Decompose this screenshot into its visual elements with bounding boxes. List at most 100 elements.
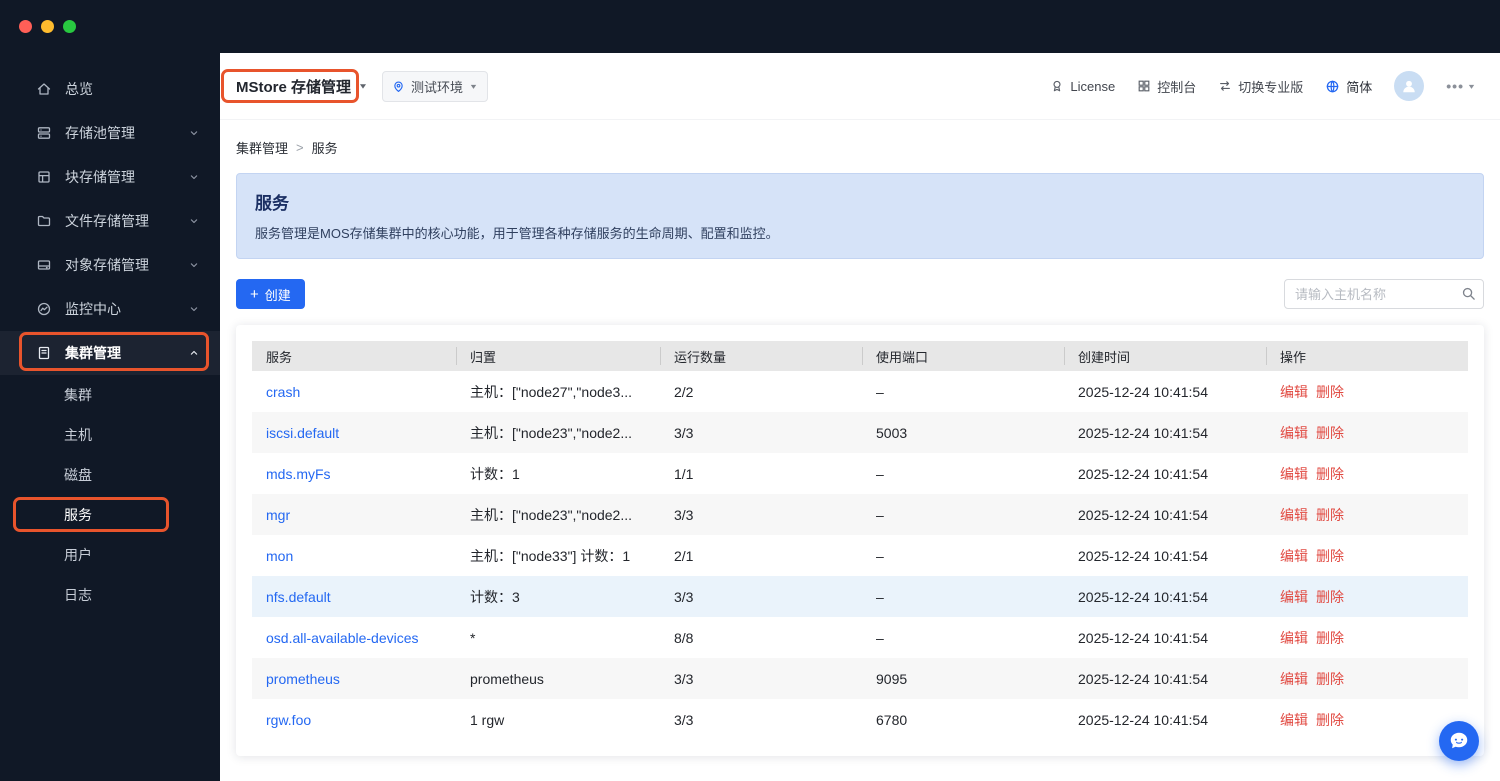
sidebar-item-object-storage[interactable]: 对象存储管理: [0, 243, 220, 287]
sidebar-subitem-label: 日志: [64, 587, 92, 603]
edit-link[interactable]: 编辑: [1280, 712, 1308, 728]
service-link[interactable]: prometheus: [266, 671, 340, 687]
switch-pro-button[interactable]: 切换专业版: [1218, 77, 1303, 96]
cluster-icon: [38, 346, 50, 360]
caret-down-icon: [1468, 84, 1475, 89]
table-row[interactable]: mgr 主机：["node23","node2... 3/3 – 2025-12…: [252, 494, 1468, 535]
more-menu[interactable]: •••: [1446, 78, 1476, 94]
sidebar-subitem-label: 磁盘: [64, 467, 92, 483]
service-link[interactable]: crash: [266, 384, 300, 400]
object-storage-icon: [37, 260, 51, 270]
switch-icon: [1220, 81, 1231, 91]
port-cell: –: [876, 629, 884, 646]
sidebar-item-label: 块存储管理: [65, 169, 135, 185]
sidebar-subitem-label: 用户: [64, 547, 92, 563]
created-cell: 2025-12-24 10:41:54: [1078, 629, 1208, 646]
service-link[interactable]: nfs.default: [266, 589, 331, 605]
delete-link[interactable]: 删除: [1316, 466, 1344, 482]
delete-link[interactable]: 删除: [1316, 425, 1344, 441]
port-cell: –: [876, 506, 884, 523]
table-row[interactable]: mon 主机：["node33"] 计数：1 2/1 – 2025-12-24 …: [252, 535, 1468, 576]
table-row[interactable]: iscsi.default 主机：["node23","node2... 3/3…: [252, 412, 1468, 453]
table-row[interactable]: rgw.foo 1 rgw 3/3 6780 2025-12-24 10:41:…: [252, 699, 1468, 740]
edit-link[interactable]: 编辑: [1280, 384, 1308, 400]
sidebar-subitem-service[interactable]: 服务: [0, 495, 220, 535]
chat-icon: [1450, 732, 1468, 749]
delete-link[interactable]: 删除: [1316, 384, 1344, 400]
sidebar-item-label: 集群管理: [65, 345, 121, 361]
license-button[interactable]: License: [1050, 79, 1115, 94]
language-switcher[interactable]: 简体: [1325, 77, 1372, 96]
placement-cell: 计数：1: [470, 465, 520, 482]
ellipsis-icon: •••: [1446, 78, 1464, 94]
support-chat-button[interactable]: [1439, 721, 1479, 761]
service-link[interactable]: mon: [266, 548, 293, 564]
info-banner: 服务 服务管理是MOS存储集群中的核心功能，用于管理各种存储服务的生命周期、配置…: [236, 173, 1484, 259]
edit-link[interactable]: 编辑: [1280, 630, 1308, 646]
chevron-down-icon: [190, 263, 198, 268]
user-avatar[interactable]: [1394, 71, 1425, 101]
service-link[interactable]: osd.all-available-devices: [266, 630, 419, 646]
brand-switcher[interactable]: MStore 存储管理: [236, 76, 368, 97]
edit-link[interactable]: 编辑: [1280, 548, 1308, 564]
sidebar-item-label: 监控中心: [65, 301, 121, 317]
plus-icon: +: [250, 285, 259, 303]
breadcrumb-separator: >: [296, 140, 304, 155]
sidebar-item-block-storage[interactable]: 块存储管理: [0, 155, 220, 199]
sidebar-subitem-log[interactable]: 日志: [0, 575, 220, 615]
table-row-highlighted[interactable]: nfs.default 计数：3 3/3 – 2025-12-24 10:41:…: [252, 576, 1468, 617]
edit-link[interactable]: 编辑: [1280, 589, 1308, 605]
page-description: 服务管理是MOS存储集群中的核心功能，用于管理各种存储服务的生命周期、配置和监控…: [255, 226, 779, 241]
delete-link[interactable]: 删除: [1316, 507, 1344, 523]
environment-badge[interactable]: 测试环境: [382, 70, 489, 102]
placement-cell: prometheus: [470, 670, 544, 687]
running-cell: 3/3: [674, 670, 694, 687]
window-minimize-button[interactable]: [41, 20, 54, 33]
delete-link[interactable]: 删除: [1316, 589, 1344, 605]
edit-link[interactable]: 编辑: [1280, 507, 1308, 523]
license-label: License: [1070, 78, 1116, 94]
table-row[interactable]: osd.all-available-devices * 8/8 – 2025-1…: [252, 617, 1468, 658]
sidebar-subitem-user[interactable]: 用户: [0, 535, 220, 575]
sidebar-item-overview[interactable]: 总览: [0, 67, 220, 111]
sidebar-item-label: 文件存储管理: [65, 213, 149, 229]
environment-label: 测试环境: [411, 79, 464, 95]
service-link[interactable]: iscsi.default: [266, 425, 339, 441]
service-link[interactable]: mds.myFs: [266, 466, 331, 482]
sidebar-item-monitor-center[interactable]: 监控中心: [0, 287, 220, 331]
placement-cell: 主机：["node33"] 计数：1: [470, 547, 631, 564]
breadcrumb: 集群管理 > 服务: [236, 138, 1484, 157]
sidebar-subitem-cluster[interactable]: 集群: [0, 375, 220, 415]
service-link[interactable]: rgw.foo: [266, 712, 311, 728]
caret-down-icon: [360, 84, 367, 89]
edit-link[interactable]: 编辑: [1280, 425, 1308, 441]
delete-link[interactable]: 删除: [1316, 630, 1344, 646]
breadcrumb-cluster-management[interactable]: 集群管理: [236, 138, 288, 157]
delete-link[interactable]: 删除: [1316, 712, 1344, 728]
service-link[interactable]: mgr: [266, 507, 290, 523]
table-row[interactable]: crash 主机：["node27","node3... 2/2 – 2025-…: [252, 371, 1468, 412]
chevron-down-icon: [190, 219, 198, 224]
sidebar-item-cluster-management[interactable]: 集群管理: [0, 331, 220, 375]
delete-link[interactable]: 删除: [1316, 548, 1344, 564]
host-search-input[interactable]: [1284, 279, 1484, 309]
window-zoom-button[interactable]: [63, 20, 76, 33]
table-row[interactable]: prometheus prometheus 3/3 9095 2025-12-2…: [252, 658, 1468, 699]
cluster-submenu: 集群 主机 磁盘 服务 用户 日志: [0, 375, 220, 615]
sidebar-item-file-storage[interactable]: 文件存储管理: [0, 199, 220, 243]
table-row[interactable]: mds.myFs 计数：1 1/1 – 2025-12-24 10:41:54 …: [252, 453, 1468, 494]
create-button[interactable]: + 创建: [236, 279, 305, 309]
sidebar-item-storage-pool[interactable]: 存储池管理: [0, 111, 220, 155]
delete-link[interactable]: 删除: [1316, 671, 1344, 687]
port-cell: –: [876, 465, 884, 482]
created-cell: 2025-12-24 10:41:54: [1078, 424, 1208, 441]
running-cell: 3/3: [674, 588, 694, 605]
home-icon: [37, 83, 51, 95]
sidebar-subitem-host[interactable]: 主机: [0, 415, 220, 455]
window-close-button[interactable]: [19, 20, 32, 33]
console-button[interactable]: 控制台: [1137, 77, 1196, 96]
brand-title: MStore 存储管理: [236, 78, 352, 96]
sidebar-subitem-disk[interactable]: 磁盘: [0, 455, 220, 495]
edit-link[interactable]: 编辑: [1280, 466, 1308, 482]
edit-link[interactable]: 编辑: [1280, 671, 1308, 687]
